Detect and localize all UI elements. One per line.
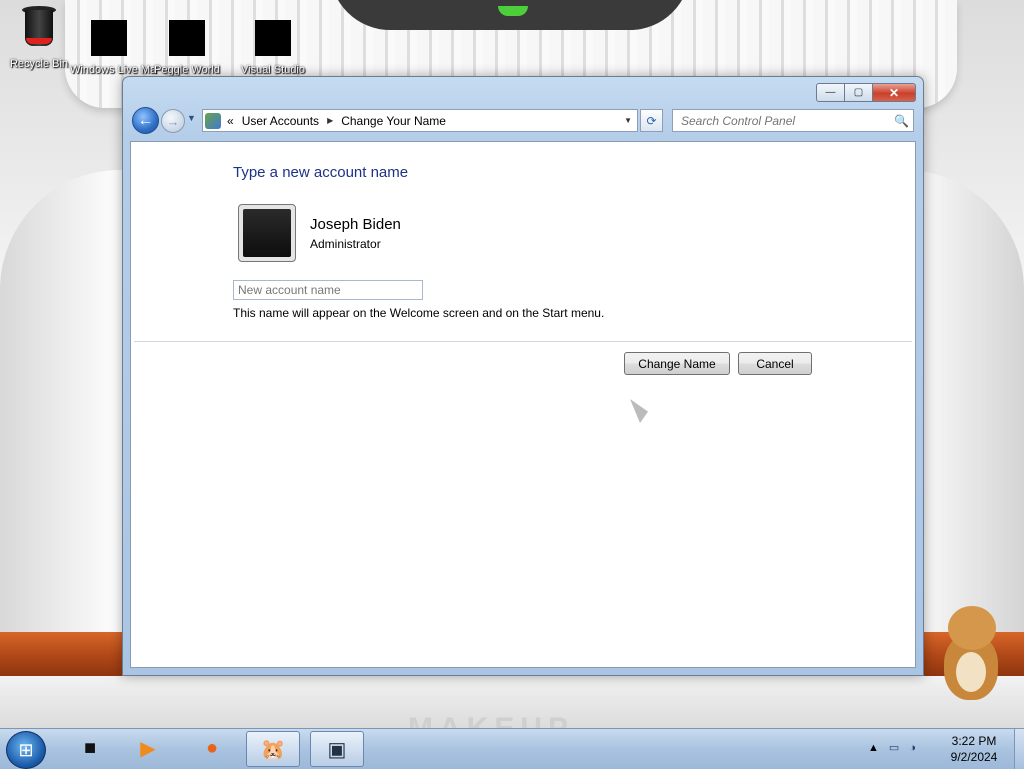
- system-tray: ▲ ▭ ◑: [868, 741, 916, 755]
- account-name: Joseph Biden: [310, 216, 401, 233]
- visual-studio-icon: [255, 20, 291, 56]
- account-role: Administrator: [310, 237, 381, 251]
- control-panel-icon: [205, 112, 221, 129]
- breadcrumb: « User Accounts ▶ Change Your Name: [227, 114, 446, 128]
- desktop-icon-windows-live[interactable]: Windows Live Ma: [70, 4, 156, 77]
- maximize-button[interactable]: ▢: [845, 83, 873, 102]
- show-hidden-icons-chevron-icon[interactable]: ▲: [868, 742, 879, 754]
- cancel-button[interactable]: Cancel: [738, 352, 812, 375]
- hamster-app-icon: 🐹: [260, 738, 286, 761]
- navigation-bar: ← → ▼ « User Accounts ▶ Change Your Name…: [132, 106, 914, 134]
- close-button[interactable]: ✕: [873, 83, 916, 102]
- desktop-icon-peggle-world[interactable]: Peggle World: [148, 4, 226, 77]
- content-divider: [134, 341, 912, 342]
- firefox-icon: ●: [205, 736, 219, 759]
- dark-app-icon: ■: [83, 736, 97, 759]
- mouse-cursor-icon: [621, 398, 649, 424]
- clock-date: 9/2/2024: [950, 750, 998, 764]
- taskbar-item-hamster-app[interactable]: 🐹: [246, 731, 300, 767]
- taskbar-item-media-player[interactable]: ▶: [122, 731, 174, 765]
- desktop-icon-recycle-bin[interactable]: Recycle Bin: [0, 4, 78, 71]
- breadcrumb-overflow[interactable]: «: [227, 114, 234, 128]
- network-icon[interactable]: ▭: [889, 741, 899, 754]
- hamster-gadget[interactable]: [936, 604, 1006, 704]
- avatar-picture-icon: [243, 209, 291, 257]
- change-name-window: — ▢ ✕ ← → ▼ « User Accounts ▶ Change You…: [122, 76, 924, 676]
- control-panel-window-icon: ▣: [327, 738, 347, 761]
- desktop-icon-label: Recycle Bin: [9, 58, 69, 70]
- search-icon[interactable]: 🔍: [894, 114, 909, 128]
- address-dropdown-icon[interactable]: ▼: [624, 116, 632, 125]
- user-avatar: [238, 204, 296, 262]
- taskbar-item-control-panel[interactable]: ▣: [310, 731, 364, 767]
- clock-time: 3:22 PM: [951, 734, 997, 748]
- forward-button[interactable]: →: [161, 109, 185, 133]
- breadcrumb-user-accounts[interactable]: User Accounts: [242, 114, 319, 128]
- breadcrumb-change-your-name[interactable]: Change Your Name: [341, 114, 446, 128]
- taskbar-clock[interactable]: 3:22 PM 9/2/2024: [936, 733, 1012, 765]
- page-title: Type a new account name: [233, 164, 409, 181]
- start-button[interactable]: ⊞: [6, 731, 46, 769]
- taskbar-item-firefox[interactable]: ●: [186, 731, 238, 765]
- wallpaper-logo-text: MAKEUP: [408, 712, 574, 728]
- caption-buttons: — ▢ ✕: [816, 83, 916, 102]
- recycle-bin-icon: [22, 4, 56, 46]
- minimize-button[interactable]: —: [816, 83, 845, 102]
- recent-pages-dropdown[interactable]: ▼: [187, 113, 196, 123]
- content-pane: Type a new account name Joseph Biden Adm…: [130, 141, 916, 668]
- media-player-icon: ▶: [140, 737, 156, 760]
- address-bar[interactable]: « User Accounts ▶ Change Your Name ▼: [202, 109, 638, 132]
- back-button[interactable]: ←: [132, 107, 159, 134]
- volume-icon[interactable]: ◑: [909, 742, 916, 754]
- desktop-icon-visual-studio[interactable]: Visual Studio: [234, 4, 312, 77]
- refresh-button[interactable]: ⟳: [640, 109, 663, 132]
- search-box[interactable]: 🔍: [672, 109, 914, 132]
- peggle-world-icon: [169, 20, 205, 56]
- taskbar: ⊞ ■ ▶ ● 🐹 ▣ ▲ ▭ ◑ 3:22 PM 9/2/2024: [0, 728, 1024, 769]
- new-account-name-input[interactable]: [233, 280, 423, 300]
- name-hint-text: This name will appear on the Welcome scr…: [233, 306, 605, 320]
- taskbar-item-dark-app[interactable]: ■: [64, 731, 116, 765]
- show-desktop-button[interactable]: [1014, 729, 1024, 769]
- breadcrumb-separator-icon[interactable]: ▶: [327, 116, 333, 125]
- change-name-button[interactable]: Change Name: [624, 352, 730, 375]
- search-input[interactable]: [679, 112, 888, 129]
- windows-live-icon: [91, 20, 127, 56]
